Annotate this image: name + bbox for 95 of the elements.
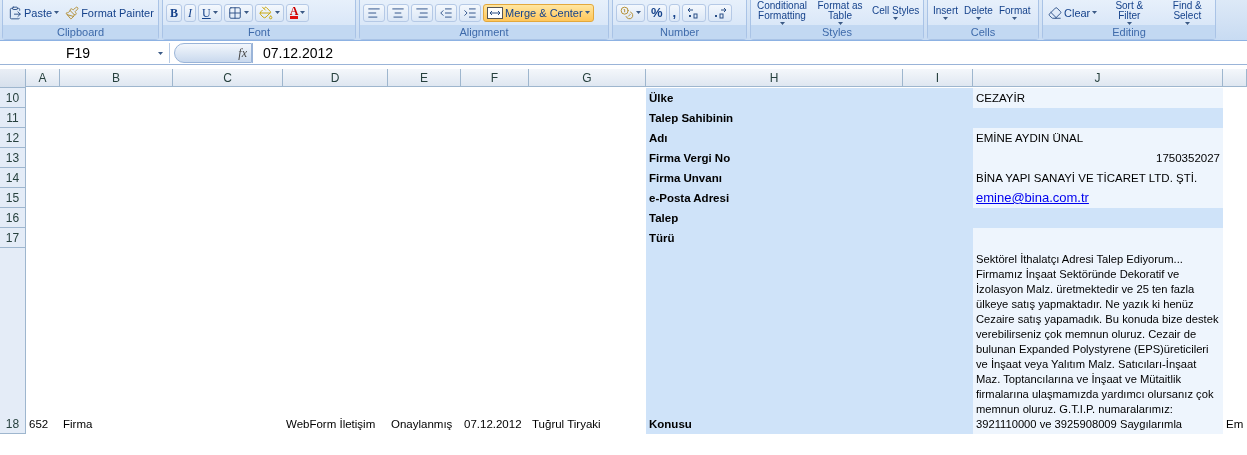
table-cell: BİNA YAPI SANAYİ VE TİCARET LTD. ŞTİ. xyxy=(973,168,1223,188)
field-label: e-Posta Adresi xyxy=(646,188,903,208)
name-box[interactable]: F19 xyxy=(0,43,170,63)
column-header[interactable]: D xyxy=(283,69,388,87)
number-format-button[interactable]: % xyxy=(647,3,667,22)
field-label: Firma Unvanı xyxy=(646,168,903,188)
align-left-icon xyxy=(367,5,381,20)
ribbon-button[interactable]: Insert xyxy=(931,0,960,25)
eraser-icon xyxy=(1048,5,1062,20)
row-header[interactable]: 14 xyxy=(0,168,26,188)
column-header[interactable]: I xyxy=(903,69,973,87)
fill-color-button[interactable] xyxy=(254,3,284,22)
column-header[interactable]: B xyxy=(60,69,173,87)
underline-button[interactable]: U xyxy=(198,3,222,22)
paintbrush-icon xyxy=(65,5,80,20)
row-header[interactable]: 12 xyxy=(0,128,26,148)
field-label: Firma Vergi No xyxy=(646,148,903,168)
align-center-icon xyxy=(391,5,405,20)
row-header[interactable]: 11 xyxy=(0,108,26,128)
ribbon-button[interactable]: Format xyxy=(996,0,1033,25)
column-header[interactable]: C xyxy=(173,69,283,87)
field-label: Adı xyxy=(646,128,903,148)
align-right-icon xyxy=(415,5,429,20)
currency-button[interactable] xyxy=(616,3,645,22)
table-cell: CEZAYİR xyxy=(973,88,1223,108)
ribbon-button[interactable]: Conditional Formatting xyxy=(754,0,810,25)
group-label: Cells xyxy=(970,26,996,38)
indent-increase-icon xyxy=(463,5,477,20)
paint-bucket-icon xyxy=(258,5,273,20)
column-header[interactable]: H xyxy=(646,69,903,87)
coins-icon xyxy=(620,5,634,20)
field-label: Konusu xyxy=(646,248,903,434)
column-header[interactable]: F xyxy=(461,69,529,87)
paste-icon xyxy=(8,5,22,20)
align-center-button[interactable] xyxy=(387,3,409,22)
group-label: Clipboard xyxy=(56,26,105,38)
clear-button[interactable]: Clear xyxy=(1046,3,1100,22)
row-header[interactable]: 10 xyxy=(0,88,26,108)
ribbon-button[interactable]: Cell Styles xyxy=(870,0,922,25)
row-header[interactable]: 17 xyxy=(0,228,26,248)
group-label: Number xyxy=(659,26,700,38)
ribbon-button[interactable]: Format as Table xyxy=(812,0,868,25)
align-right-button[interactable] xyxy=(411,3,433,22)
group-label: Alignment xyxy=(459,26,509,38)
table-cell-text: Tuğrul Tiryaki xyxy=(531,417,602,432)
caret-icon xyxy=(158,51,163,55)
request-text: Sektörel İthalatçı Adresi Talep Ediyorum... Firmamız İnşaat Sektöründe Dekoratif ve İzolasyon Malz. üretmektedir ve 25 ten fazla ülkeye satış yapmaktadır. Ne yazık ki henüz Cezaire satış yapamadık. Bu konuda bize destek verebilirseniz çok memnun oluruz. Cezair de bulunan Expanded Polystyrene (EPS)üreticileri ve İnşaat veya Yalıtım Malz. Satıcıları-İnşaat Maz. Toptancılarına ve İnşaat ve Mütaitlik firmalarına ulaşmamızda yardımcı olursanız çok memnun oluruz. G.T.I.P. numaralarımız: 3921110000 ve 3925908009 Saygılarımla xyxy=(973,248,1223,434)
table-cell: 1750352027 xyxy=(973,148,1223,168)
merge-center-button[interactable]: Merge & Center xyxy=(483,3,594,22)
column-header[interactable]: A xyxy=(26,69,60,87)
borders-button[interactable] xyxy=(223,3,253,22)
table-cell: EMİNE AYDIN ÜNAL xyxy=(973,128,1223,148)
table-cell-text: 652 xyxy=(28,417,50,432)
font-color-button[interactable]: A xyxy=(285,3,310,22)
field-label: Talep Sahibinin xyxy=(646,108,903,128)
indent-decrease-icon xyxy=(439,5,453,20)
column-header[interactable] xyxy=(1223,69,1247,87)
increase-indent-button[interactable] xyxy=(459,3,481,22)
table-cell-text: Onaylanmış xyxy=(390,417,454,432)
decrease-indent-button[interactable] xyxy=(435,3,457,22)
column-header[interactable]: J xyxy=(973,69,1223,87)
increase-decimal-button[interactable] xyxy=(682,3,707,22)
ribbon-button[interactable]: Find & Select xyxy=(1159,0,1215,25)
select-all-corner[interactable] xyxy=(0,69,26,88)
italic-button[interactable]: I xyxy=(184,3,196,22)
field-label: Talep xyxy=(646,208,903,228)
align-left-button[interactable] xyxy=(363,3,385,22)
group-label: Styles xyxy=(822,26,852,38)
row-header[interactable]: 18 xyxy=(0,248,26,434)
formula-field[interactable]: 07.12.2012 xyxy=(252,43,1247,63)
paste-button[interactable]: Paste xyxy=(6,0,62,25)
ribbon-button[interactable]: Delete xyxy=(962,0,995,25)
number-format-button[interactable]: , xyxy=(668,3,681,22)
table-cell-text: 07.12.2012 xyxy=(463,417,523,432)
row-header[interactable]: 16 xyxy=(0,208,26,228)
row-header[interactable]: 15 xyxy=(0,188,26,208)
decimal-arrow-icon xyxy=(712,5,729,20)
column-header[interactable]: E xyxy=(388,69,461,87)
group-label: Font xyxy=(248,26,270,38)
borders-icon xyxy=(227,5,242,20)
bold-button[interactable]: B xyxy=(166,3,182,22)
field-label: Türü xyxy=(646,228,903,248)
email-link[interactable]: emine@bina.com.tr xyxy=(976,191,1089,205)
insert-function-button[interactable]: fx xyxy=(174,43,252,63)
row-header[interactable]: 13 xyxy=(0,148,26,168)
field-label: Ülke xyxy=(646,88,903,108)
table-cell-text: WebForm İletişim xyxy=(285,417,377,432)
merge-cells-icon xyxy=(487,6,503,19)
column-header[interactable]: G xyxy=(529,69,646,87)
format-painter-button[interactable]: Format Painter xyxy=(63,3,156,22)
group-label: Editing xyxy=(1112,26,1146,38)
ribbon-button[interactable]: Sort & Filter xyxy=(1101,0,1158,25)
table-cell-text: Em xyxy=(1225,417,1245,432)
decrease-decimal-button[interactable] xyxy=(708,3,733,22)
table-cell-text: Firma xyxy=(62,417,94,432)
